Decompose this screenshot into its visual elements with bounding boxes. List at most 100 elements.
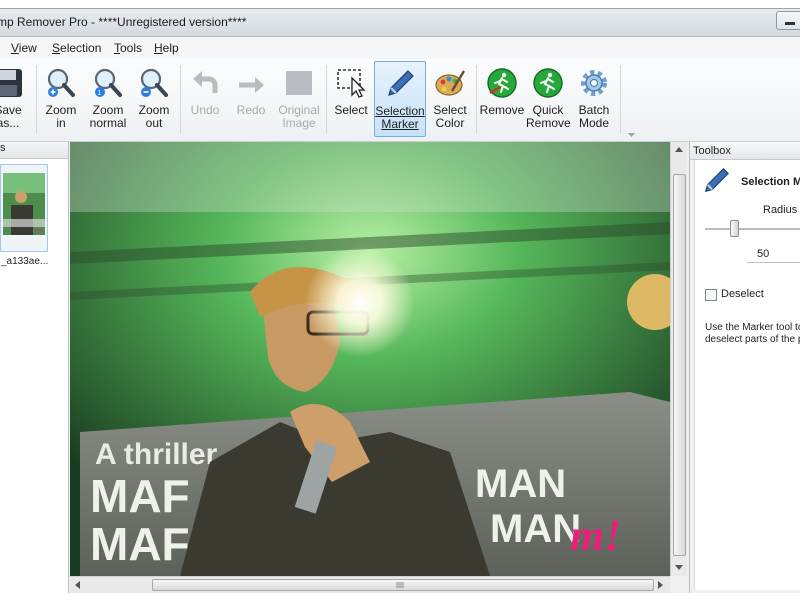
- vertical-scrollbar[interactable]: [670, 142, 687, 576]
- undo-button[interactable]: Undo: [184, 61, 226, 137]
- menu-view[interactable]: View: [11, 41, 37, 55]
- select-label: Select: [334, 103, 368, 117]
- undo-arrow-icon: [193, 71, 218, 93]
- batch-mode-button[interactable]: Batch Mode: [572, 61, 616, 137]
- scroll-up-icon[interactable]: [675, 147, 683, 153]
- files-panel: s m _a133ae...: [0, 142, 69, 593]
- horizontal-scrollbar[interactable]: [70, 576, 670, 593]
- menu-tools-rest: ools: [120, 41, 143, 55]
- names-right-1: MAN: [475, 462, 566, 506]
- zoom-out-button[interactable]: Zoom out: [133, 61, 175, 137]
- radius-slider[interactable]: [705, 220, 800, 238]
- color-palette-icon: [435, 70, 466, 96]
- menu-bar: View Selection Tools Help: [0, 37, 800, 59]
- banner-text: A thriller: [95, 438, 218, 471]
- scroll-right-icon[interactable]: [658, 581, 664, 589]
- thumbnail-image: m: [1, 165, 47, 251]
- toolbar-separator: [620, 65, 621, 133]
- zoom-normal-button[interactable]: 1 Zoom normal: [86, 61, 130, 137]
- select-color-label-2: Color: [435, 116, 465, 130]
- radius-label: Radius: [763, 204, 798, 216]
- menu-selection[interactable]: Selection: [52, 41, 101, 55]
- floppy-disk-icon: [0, 69, 22, 97]
- image-thumbnail[interactable]: m _a133ae...: [0, 164, 48, 267]
- svg-text:m: m: [35, 226, 42, 235]
- deselect-label: Deselect: [721, 288, 764, 300]
- deselect-checkbox[interactable]: [705, 289, 717, 301]
- title-bar: mp Remover Pro - ****Unregistered versio…: [0, 9, 800, 37]
- menu-selection-accel: S: [52, 41, 61, 55]
- toolbox-panel: Toolbox Selection M Radius 50 Deselect U…: [689, 142, 800, 593]
- zoom-in-button[interactable]: Zoom in: [40, 61, 82, 137]
- horizontal-scroll-thumb[interactable]: [152, 579, 654, 591]
- radius-slider-thumb[interactable]: [730, 220, 739, 237]
- select-color-button[interactable]: Select Color: [428, 61, 472, 137]
- menu-help-rest: elp: [162, 41, 179, 55]
- original-image-button[interactable]: Original Image: [276, 61, 322, 137]
- app-window: mp Remover Pro - ****Unregistered versio…: [0, 8, 800, 593]
- redo-label: Redo: [236, 103, 266, 117]
- tool-help-line-1: Use the Marker tool to: [705, 322, 800, 333]
- toolbar-separator: [180, 65, 181, 133]
- batch-mode-label-2: Mode: [578, 116, 610, 130]
- menu-tools[interactable]: Tools: [114, 41, 142, 55]
- toolbar-separator: [326, 65, 327, 133]
- quick-remove-label-2: Remove: [526, 116, 571, 130]
- toolbar-separator: [36, 65, 37, 133]
- names-left-2: MAF: [90, 518, 190, 570]
- zoom-in-icon: [47, 68, 75, 97]
- select-rectangle-icon: [337, 69, 366, 98]
- watermark-text: m!: [570, 511, 621, 560]
- svg-text:1: 1: [97, 90, 101, 97]
- remove-runner-icon: [487, 68, 517, 98]
- names-right-2: MAN: [490, 507, 581, 551]
- zoom-out-icon: [140, 68, 168, 97]
- toolbox-header: Toolbox: [690, 142, 800, 160]
- selection-marker-button[interactable]: Selection Marker: [374, 61, 426, 137]
- toolbar-separator: [476, 65, 477, 133]
- save-label-2: as...: [0, 116, 20, 130]
- zoom-normal-label-2: normal: [89, 116, 127, 130]
- menu-help-accel: H: [154, 41, 163, 55]
- tool-title: Selection M: [741, 176, 800, 188]
- toolbar-overflow-icon[interactable]: [628, 133, 635, 138]
- redo-button[interactable]: Redo: [230, 61, 272, 137]
- tool-help-line-2: deselect parts of the p: [705, 334, 800, 345]
- menu-view-rest: iew: [18, 41, 37, 55]
- menu-view-accel: V: [11, 41, 19, 55]
- toolbar: Saveas... Zoomin 1 Zoomnormal: [0, 59, 800, 142]
- minimize-button[interactable]: [776, 11, 800, 30]
- grip-icon: [396, 582, 404, 588]
- photo-image: A thriller MAF MAF MAN MAN m!: [70, 142, 670, 576]
- image-canvas[interactable]: A thriller MAF MAF MAN MAN m!: [70, 142, 670, 576]
- save-as-button[interactable]: Saveas...: [0, 61, 26, 137]
- undo-label: Undo: [190, 103, 220, 117]
- remove-button[interactable]: Remove: [479, 61, 525, 137]
- vertical-scroll-thumb[interactable]: [673, 174, 686, 556]
- marker-pen-icon: [704, 168, 729, 193]
- marker-pen-icon: [388, 70, 414, 96]
- zoom-normal-icon: 1: [94, 68, 122, 97]
- minimize-icon: [785, 22, 795, 25]
- window-title: mp Remover Pro - ****Unregistered versio…: [0, 15, 247, 29]
- quick-remove-button[interactable]: Quick Remove: [526, 61, 571, 137]
- zoom-out-label-2: out: [145, 116, 163, 130]
- original-image-label-2: Image: [282, 116, 316, 130]
- scroll-down-icon[interactable]: [675, 565, 683, 571]
- selection-marker-label-2: Marker: [381, 117, 419, 131]
- select-button[interactable]: Select: [330, 61, 372, 137]
- radius-value: 50: [757, 248, 770, 260]
- menu-selection-rest: election: [60, 41, 102, 55]
- radius-slider-track: [705, 228, 800, 231]
- radius-value-field[interactable]: 50: [747, 246, 800, 263]
- zoom-in-label-2: in: [56, 116, 66, 130]
- quick-remove-runner-icon: [533, 68, 563, 98]
- toolbox-content: Selection M Radius 50 Deselect Use the M…: [694, 160, 800, 590]
- menu-help[interactable]: Help: [154, 41, 179, 55]
- remove-label: Remove: [479, 103, 525, 117]
- files-panel-title: s: [0, 142, 6, 154]
- scroll-left-icon[interactable]: [75, 581, 81, 589]
- gear-icon: [581, 70, 607, 96]
- original-image-icon: [286, 71, 312, 95]
- tool-help-text: Use the Marker tool to deselect parts of…: [705, 322, 800, 346]
